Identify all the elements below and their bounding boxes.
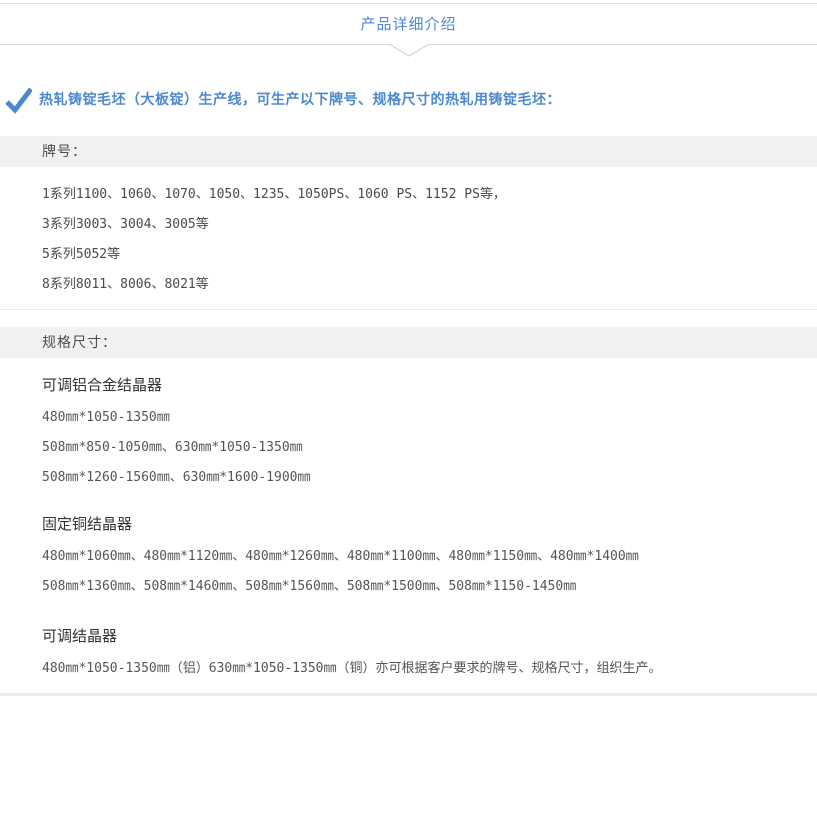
spec-line: 480㎜*1050-1350㎜ bbox=[42, 403, 817, 433]
chevron-down-icon bbox=[388, 43, 430, 57]
spec-group-adjustable-aluminum: 可调铝合金结晶器 480㎜*1050-1350㎜ 508㎜*850-1050㎜、… bbox=[42, 358, 817, 493]
intro-text: 热轧铸锭毛坯（大板锭）生产线，可生产以下牌号、规格尺寸的热轧用铸锭毛坯： bbox=[39, 89, 561, 109]
spec-content: 可调铝合金结晶器 480㎜*1050-1350㎜ 508㎜*850-1050㎜、… bbox=[0, 358, 817, 684]
brand-list: 1系列1100、1060、1070、1050、1235、1050PS、1060 … bbox=[0, 167, 817, 309]
product-detail-page: 产品详细介绍 热轧铸锭毛坯（大板锭）生产线，可生产以下牌号、规格尺寸的热轧用铸锭… bbox=[0, 3, 817, 696]
tab-product-detail[interactable]: 产品详细介绍 bbox=[0, 4, 817, 45]
check-icon bbox=[5, 87, 32, 114]
spec-line: 508㎜*1360㎜、508㎜*1460㎜、508㎜*1560㎜、508㎜*15… bbox=[42, 572, 817, 602]
brand-line-series1: 1系列1100、1060、1070、1050、1235、1050PS、1060 … bbox=[42, 180, 817, 210]
spec-line: 508㎜*1260-1560㎜、630㎜*1600-1900㎜ bbox=[42, 463, 817, 493]
spec-line: 508㎜*850-1050㎜、630㎜*1050-1350㎜ bbox=[42, 433, 817, 463]
spec-group-heading: 固定铜结晶器 bbox=[42, 493, 817, 536]
spec-lines: 480㎜*1050-1350㎜ 508㎜*850-1050㎜、630㎜*1050… bbox=[42, 397, 817, 493]
brand-line-series8: 8系列8011、8006、8021等 bbox=[42, 270, 817, 300]
spec-lines: 480㎜*1050-1350㎜（铝）630㎜*1050-1350㎜（铜）亦可根据… bbox=[42, 648, 817, 684]
spec-group-fixed-copper: 固定铜结晶器 480㎜*1060㎜、480㎜*1120㎜、480㎜*1260㎜、… bbox=[42, 493, 817, 602]
spec-section-header: 规格尺寸： bbox=[0, 327, 817, 358]
spec-lines: 480㎜*1060㎜、480㎜*1120㎜、480㎜*1260㎜、480㎜*11… bbox=[42, 536, 817, 602]
spec-group-heading: 可调结晶器 bbox=[42, 602, 817, 648]
brand-line-series5: 5系列5052等 bbox=[42, 240, 817, 270]
brand-line-series3: 3系列3003、3004、3005等 bbox=[42, 210, 817, 240]
spec-group-adjustable: 可调结晶器 480㎜*1050-1350㎜（铝）630㎜*1050-1350㎜（… bbox=[42, 602, 817, 684]
title-bar: 产品详细介绍 bbox=[0, 4, 817, 45]
section-divider bbox=[0, 309, 817, 310]
brand-section-header: 牌号： bbox=[0, 136, 817, 167]
spec-group-heading: 可调铝合金结晶器 bbox=[42, 358, 817, 397]
spec-line: 480㎜*1060㎜、480㎜*1120㎜、480㎜*1260㎜、480㎜*11… bbox=[42, 542, 817, 572]
bottom-divider bbox=[0, 693, 817, 696]
spec-line: 480㎜*1050-1350㎜（铝）630㎜*1050-1350㎜（铜）亦可根据… bbox=[42, 654, 817, 684]
